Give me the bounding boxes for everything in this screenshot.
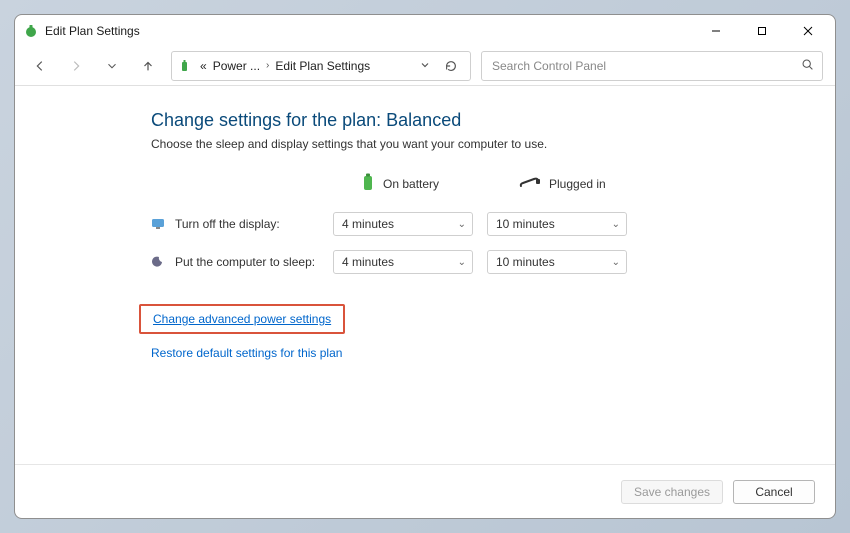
breadcrumb-prefix: « bbox=[200, 59, 207, 73]
display-plugged-select[interactable]: 10 minutes ⌄ bbox=[487, 212, 627, 236]
up-button[interactable] bbox=[135, 53, 161, 79]
page-subheading: Choose the sleep and display settings th… bbox=[151, 137, 807, 151]
chevron-down-icon: ⌄ bbox=[612, 219, 620, 230]
forward-button[interactable] bbox=[63, 53, 89, 79]
chevron-down-icon: ⌄ bbox=[458, 257, 466, 268]
display-plugged-value: 10 minutes bbox=[496, 217, 555, 231]
row-turn-off-display-label: Turn off the display: bbox=[175, 217, 333, 231]
chevron-down-icon: ⌄ bbox=[458, 219, 466, 230]
back-button[interactable] bbox=[27, 53, 53, 79]
sleep-plugged-value: 10 minutes bbox=[496, 255, 555, 269]
recent-locations-button[interactable] bbox=[99, 53, 125, 79]
restore-default-settings-link[interactable]: Restore default settings for this plan bbox=[151, 346, 342, 360]
edit-plan-settings-window: Edit Plan Settings bbox=[14, 14, 836, 519]
titlebar: Edit Plan Settings bbox=[15, 15, 835, 47]
sleep-plugged-select[interactable]: 10 minutes ⌄ bbox=[487, 250, 627, 274]
maximize-button[interactable] bbox=[739, 16, 785, 46]
page-heading: Change settings for the plan: Balanced bbox=[151, 110, 807, 131]
column-headers: On battery Plugged in bbox=[151, 173, 807, 194]
window-title: Edit Plan Settings bbox=[45, 24, 140, 38]
power-options-icon bbox=[178, 58, 194, 74]
navigation-bar: « Power ... › Edit Plan Settings bbox=[15, 47, 835, 85]
address-dropdown-icon[interactable] bbox=[420, 59, 430, 73]
app-icon bbox=[23, 23, 39, 39]
close-button[interactable] bbox=[785, 16, 831, 46]
battery-icon bbox=[361, 173, 375, 194]
breadcrumb-part1[interactable]: Power ... bbox=[213, 59, 260, 73]
display-battery-select[interactable]: 4 minutes ⌄ bbox=[333, 212, 473, 236]
search-box[interactable] bbox=[481, 51, 823, 81]
search-input[interactable] bbox=[490, 58, 801, 74]
save-changes-button[interactable]: Save changes bbox=[621, 480, 723, 504]
footer: Save changes Cancel bbox=[15, 464, 835, 518]
address-bar[interactable]: « Power ... › Edit Plan Settings bbox=[171, 51, 471, 81]
display-battery-value: 4 minutes bbox=[342, 217, 394, 231]
change-advanced-power-settings-link[interactable]: Change advanced power settings bbox=[153, 312, 331, 326]
plug-icon bbox=[519, 176, 541, 191]
breadcrumb-part2[interactable]: Edit Plan Settings bbox=[275, 59, 370, 73]
col-plugged-in: Plugged in bbox=[491, 176, 635, 191]
display-icon bbox=[151, 216, 167, 232]
chevron-down-icon: ⌄ bbox=[612, 257, 620, 268]
sleep-battery-select[interactable]: 4 minutes ⌄ bbox=[333, 250, 473, 274]
col-on-battery-label: On battery bbox=[383, 177, 439, 191]
links-block: Change advanced power settings Restore d… bbox=[151, 304, 807, 360]
minimize-button[interactable] bbox=[693, 16, 739, 46]
row-put-to-sleep-label: Put the computer to sleep: bbox=[175, 255, 333, 269]
row-put-to-sleep: Put the computer to sleep: 4 minutes ⌄ 1… bbox=[151, 250, 807, 274]
sleep-icon bbox=[151, 254, 167, 270]
link-advanced-highlight: Change advanced power settings bbox=[139, 304, 345, 334]
cancel-button[interactable]: Cancel bbox=[733, 480, 815, 504]
refresh-button[interactable] bbox=[438, 53, 464, 79]
row-turn-off-display: Turn off the display: 4 minutes ⌄ 10 min… bbox=[151, 212, 807, 236]
col-on-battery: On battery bbox=[333, 173, 477, 194]
sleep-battery-value: 4 minutes bbox=[342, 255, 394, 269]
content-area: Change settings for the plan: Balanced C… bbox=[15, 86, 835, 464]
chevron-right-icon[interactable]: › bbox=[266, 60, 269, 71]
search-icon[interactable] bbox=[801, 58, 814, 74]
col-plugged-in-label: Plugged in bbox=[549, 177, 606, 191]
